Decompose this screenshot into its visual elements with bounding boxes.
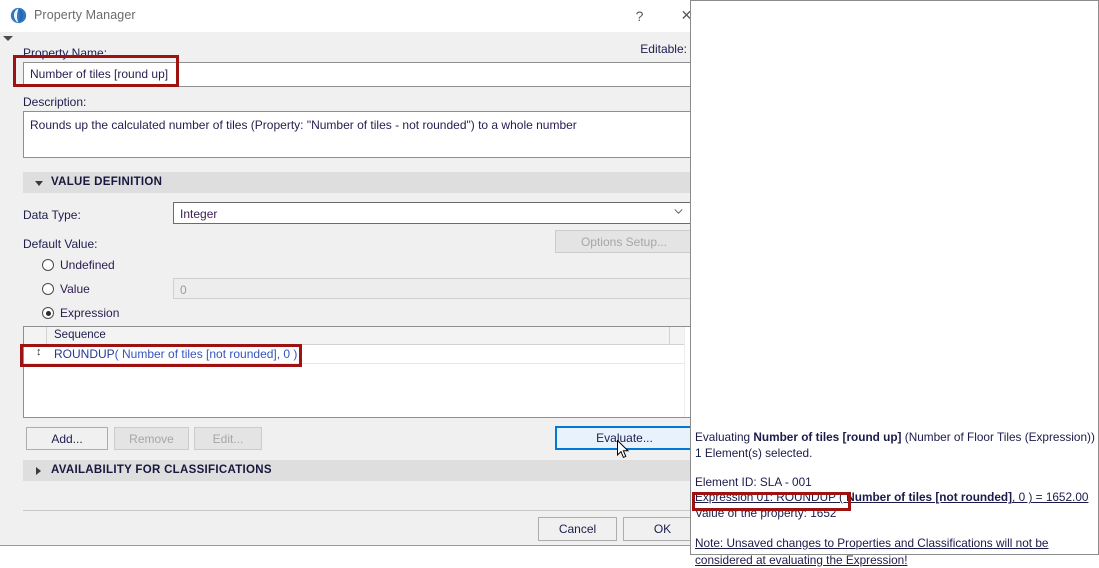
radio-value[interactable]: Value (42, 282, 90, 296)
evaluation-note: Note: Unsaved changes to Properties and … (695, 535, 1092, 568)
property-name-label: Property Name: (23, 46, 108, 60)
radio-value-label: Value (60, 282, 90, 296)
expression-function: ROUNDUP (54, 347, 115, 361)
edit-button[interactable]: Edit... (194, 427, 262, 450)
sequence-row[interactable]: ↕ ROUNDUP( Number of tiles [not rounded]… (24, 344, 684, 364)
eval-l4-suffix: , 0 ) = 1652.00 (1012, 490, 1089, 505)
window-title: Property Manager (34, 8, 136, 22)
dialog-body: Editable: 1 Property Name: Number of til… (14, 32, 711, 545)
cancel-button[interactable]: Cancel (538, 517, 617, 541)
eval-l1-prefix: Evaluating (695, 430, 754, 444)
evaluation-note-line-1: Note: Unsaved changes to Properties and … (695, 535, 1049, 550)
eval-l4-property: Number of tiles [not rounded] (846, 490, 1013, 505)
availability-section-header[interactable]: AVAILABILITY FOR CLASSIFICATIONS (23, 460, 702, 481)
evaluation-result-panel: Evaluating Number of tiles [round up] (N… (690, 0, 1099, 567)
evaluation-text: Evaluating Number of tiles [round up] (N… (695, 430, 1095, 568)
default-value-input[interactable]: 0 (173, 278, 693, 299)
header-divider (669, 327, 670, 344)
footer-divider (23, 510, 702, 511)
help-button[interactable]: ? (617, 0, 662, 31)
value-definition-title: VALUE DEFINITION (51, 176, 163, 188)
editable-count-label: Editable: 1 (640, 42, 697, 56)
header-divider (46, 327, 47, 344)
radio-expression-indicator (42, 307, 54, 319)
chevron-down-icon (674, 209, 683, 214)
eval-l4-prefix: Expression 01: ROUNDUP ( (695, 490, 847, 505)
sequence-column-header: Sequence (54, 329, 106, 341)
default-value-label: Default Value: (23, 237, 98, 251)
eval-l1-property: Number of tiles [round up] (753, 430, 902, 444)
evaluation-line-2: 1 Element(s) selected. (695, 445, 813, 460)
sequence-list[interactable]: Sequence ↕ ROUNDUP( Number of tiles [not… (23, 326, 702, 418)
radio-undefined[interactable]: Undefined (42, 258, 115, 272)
evaluation-line-1: Evaluating Number of tiles [round up] (N… (695, 430, 1095, 446)
add-button[interactable]: Add... (26, 427, 108, 450)
left-gutter (0, 32, 14, 545)
title-bar: Property Manager ? ✕ (0, 0, 711, 33)
evaluation-element-id: Element ID: SLA - 001 (695, 474, 812, 489)
remove-button[interactable]: Remove (114, 427, 189, 450)
radio-value-indicator (42, 283, 54, 295)
evaluation-property-value: Value of the property: 1652 (695, 506, 837, 521)
screen: Property Manager ? ✕ Editable: 1 Propert… (0, 0, 1099, 568)
evaluation-note-line-2: considered at evaluating the Expression! (695, 552, 908, 567)
reorder-handle-icon[interactable]: ↕ (36, 347, 42, 358)
radio-expression-label: Expression (60, 306, 120, 320)
sequence-row-text: ROUNDUP( Number of tiles [not rounded], … (54, 347, 297, 361)
radio-expression[interactable]: Expression (42, 306, 119, 320)
chevron-right-icon (36, 467, 41, 475)
data-type-value: Integer (180, 207, 218, 221)
expression-arguments: ( Number of tiles [not rounded], 0 ) (114, 347, 298, 361)
value-definition-section-header[interactable]: VALUE DEFINITION (23, 172, 702, 193)
radio-undefined-label: Undefined (60, 258, 115, 272)
availability-title: AVAILABILITY FOR CLASSIFICATIONS (51, 464, 272, 476)
data-type-label: Data Type: (23, 208, 81, 222)
evaluation-expression-result: Expression 01: ROUNDUP ( Number of tiles… (695, 490, 1092, 506)
radio-undefined-indicator (42, 259, 54, 271)
description-label: Description: (23, 95, 87, 109)
description-input[interactable]: Rounds up the calculated number of tiles… (23, 111, 702, 158)
chevron-down-icon (35, 181, 43, 186)
property-manager-dialog: Property Manager ? ✕ Editable: 1 Propert… (0, 0, 712, 546)
data-type-select[interactable]: Integer (173, 202, 693, 224)
sequence-list-header: Sequence (24, 327, 701, 345)
collapse-arrow-icon[interactable] (3, 36, 13, 41)
evaluate-button[interactable]: Evaluate... (555, 426, 694, 450)
archicad-logo-icon (10, 7, 27, 24)
property-name-input[interactable]: Number of tiles [round up] (23, 62, 702, 87)
options-setup-button[interactable]: Options Setup... (555, 230, 693, 253)
eval-l1-suffix: (Number of Floor Tiles (Expression)) (901, 430, 1095, 444)
